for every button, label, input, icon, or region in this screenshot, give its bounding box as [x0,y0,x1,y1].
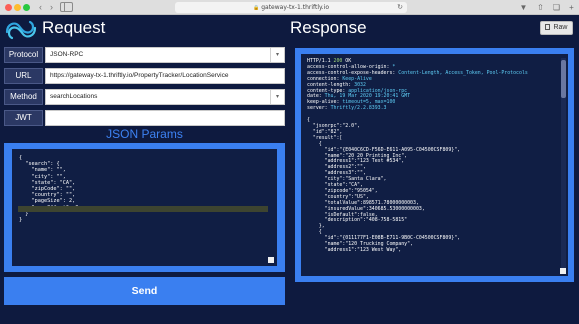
download-icon[interactable]: ▼ [518,2,529,13]
response-heading: Response [290,18,367,37]
thriftly-logo [5,20,37,40]
body-line: "address1":"123 West Way", [324,247,402,253]
dropdown-caret-icon[interactable]: ▾ [270,90,284,104]
zoom-window-button[interactable] [23,4,30,11]
protocol-select[interactable]: JSON-RPC ▾ [45,47,285,63]
active-line-highlight [18,206,268,212]
sidebar-icon[interactable] [60,2,73,12]
method-row: Method searchLocations ▾ [4,89,285,105]
forward-icon[interactable]: › [46,2,57,13]
header-value: Content-Length, Access_Token, Pool-Proto… [398,69,528,76]
params-line: "country": "", [31,192,76,199]
jwt-input[interactable] [45,110,285,126]
app-header: Request Response Raw [0,15,579,45]
browser-toolbar: ‹ › 🔒 gateway-tx-1.thriftly.io ↻ ▼ ⇧ ❏ + [0,0,579,15]
json-params-editor[interactable]: { "search": { "name": "", "city": "", "s… [12,149,277,266]
new-tab-icon[interactable]: + [566,2,577,13]
method-label: Method [4,89,43,105]
request-heading: Request [42,18,106,37]
params-line: "pageSize": 2, [31,198,76,205]
method-value: searchLocations [50,93,98,100]
raw-label: Raw [553,24,568,31]
document-icon [545,24,551,30]
json-params-panel: { "search": { "name": "", "city": "", "s… [4,143,285,272]
response-scrollbar[interactable] [561,60,566,98]
raw-button[interactable]: Raw [540,21,573,35]
response-text: HTTP/1.1 200 OK access-control-allow-ori… [301,54,568,254]
resize-handle[interactable] [560,268,566,274]
back-icon[interactable]: ‹ [35,2,46,13]
json-params-text: { "search": { "name": "", "city": "", "s… [12,149,277,223]
params-line: "name": "", [31,167,66,174]
share-icon[interactable]: ⇧ [535,2,546,13]
json-params-heading: JSON Params [106,127,183,141]
protocol-label: Protocol [4,47,43,63]
jwt-row: JWT [4,110,285,126]
url-input[interactable]: https://gateway-tx-1.thriftly.io/Propert… [45,68,285,84]
params-line: } [19,217,23,224]
params-line: "zipCode": "", [31,186,76,193]
params-line: "city": "", [31,173,66,180]
dropdown-caret-icon[interactable]: ▾ [270,48,284,62]
response-viewer[interactable]: HTTP/1.1 200 OK access-control-allow-ori… [301,54,568,276]
tabs-icon[interactable]: ❏ [551,2,562,13]
address-bar[interactable]: 🔒 gateway-tx-1.thriftly.io ↻ [175,2,407,13]
app-window: Request Response Raw Protocol JSON-RPC ▾… [0,15,579,324]
lock-icon: 🔒 [252,5,260,11]
protocol-row: Protocol JSON-RPC ▾ [4,47,285,63]
close-window-button[interactable] [5,4,12,11]
url-label: URL [4,68,43,84]
params-line: { [19,155,23,161]
resize-handle[interactable] [268,257,274,263]
header-key: server: [307,105,331,112]
protocol-value: JSON-RPC [50,51,84,58]
url-row: URL https://gateway-tx-1.thriftly.io/Pro… [4,68,285,84]
response-panel: HTTP/1.1 200 OK access-control-allow-ori… [295,48,574,282]
reload-icon[interactable]: ↻ [397,2,403,13]
jwt-label: JWT [4,110,43,126]
header-value: Thriftly/2.2.8393.3 [330,105,387,112]
params-line: "state": "CA", [31,179,76,186]
address-text: gateway-tx-1.thriftly.io [261,4,329,11]
minimize-window-button[interactable] [14,4,21,11]
send-button[interactable]: Send [4,277,285,305]
method-select[interactable]: searchLocations ▾ [45,89,285,105]
params-line: "search": { [25,161,60,168]
